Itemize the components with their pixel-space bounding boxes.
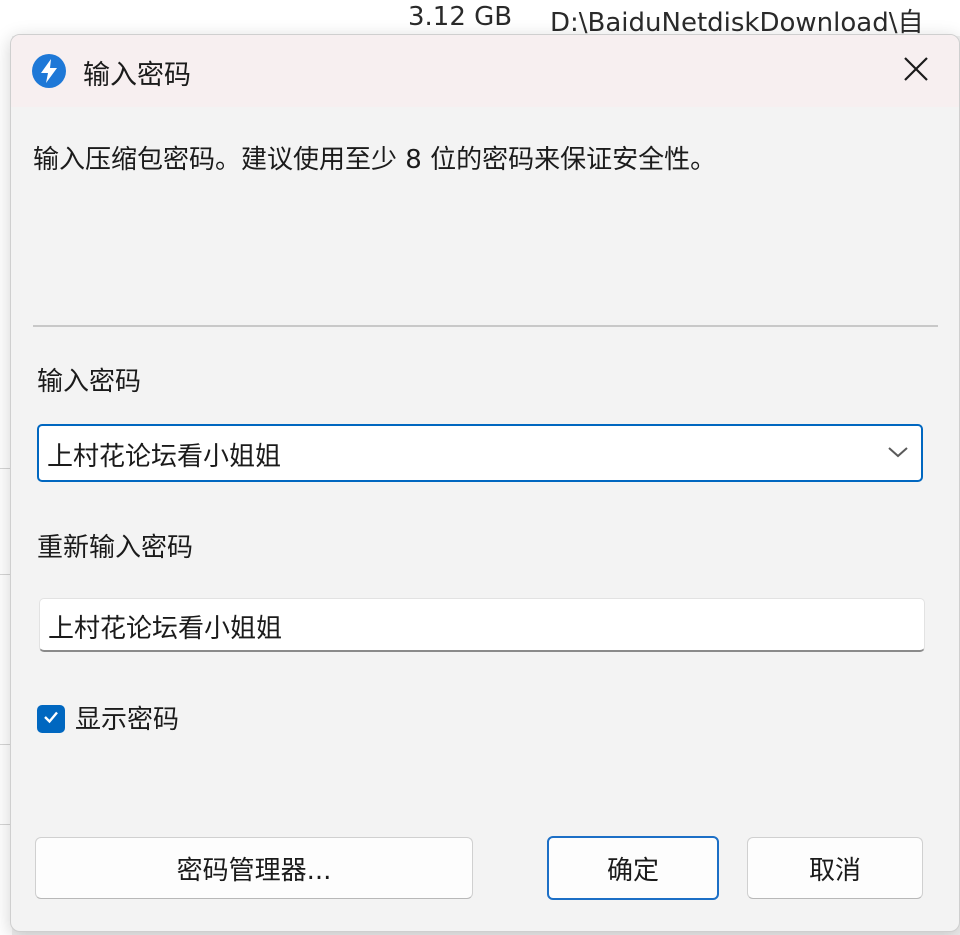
background-file-row: 3.12 GB D:\BaiduNetdiskDownload\自 <box>0 0 960 38</box>
reenter-password-field[interactable]: 上村花论坛看小姐姐 <box>39 598 925 652</box>
dialog-title: 输入密码 <box>83 60 191 91</box>
chevron-down-icon[interactable] <box>887 444 909 460</box>
section-divider <box>33 325 938 327</box>
reenter-password-value[interactable]: 上村花论坛看小姐姐 <box>48 608 282 645</box>
close-button[interactable] <box>891 47 941 95</box>
dialog-description: 输入压缩包密码。建议使用至少 8 位的密码来保证安全性。 <box>33 145 717 175</box>
password-combobox[interactable]: 上村花论坛看小姐姐 <box>37 424 923 482</box>
password-label: 输入密码 <box>37 367 142 397</box>
password-manager-button[interactable]: 密码管理器... <box>35 837 473 899</box>
cancel-button[interactable]: 取消 <box>747 837 923 899</box>
show-password-checkbox[interactable] <box>37 705 65 733</box>
background-file-size: 3.12 GB <box>408 2 513 32</box>
password-value[interactable]: 上村花论坛看小姐姐 <box>47 436 281 473</box>
checkmark-icon <box>41 707 61 731</box>
show-password-label[interactable]: 显示密码 <box>75 699 179 736</box>
ok-button[interactable]: 确定 <box>547 836 719 900</box>
dialog-titlebar: 输入密码 <box>11 35 959 107</box>
reenter-password-label: 重新输入密码 <box>37 533 194 563</box>
close-icon <box>903 56 929 86</box>
password-dialog: 输入密码 输入压缩包密码。建议使用至少 8 位的密码来保证安全性。 输入密码 上… <box>10 34 960 932</box>
lightning-bolt-icon <box>31 53 67 89</box>
